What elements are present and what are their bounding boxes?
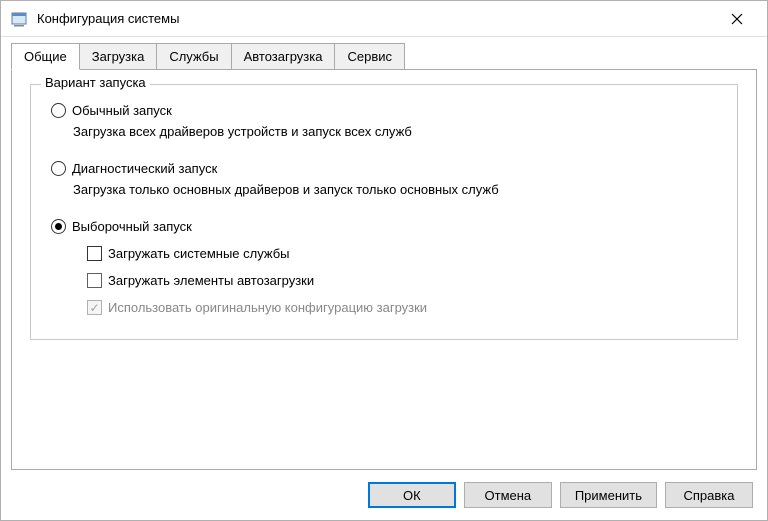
radio-diagnostic-label: Диагностический запуск xyxy=(72,161,217,176)
tab-services[interactable]: Службы xyxy=(156,43,231,69)
close-icon xyxy=(731,13,743,25)
checkbox-icon xyxy=(87,246,102,261)
checkbox-load-services[interactable]: Загружать системные службы xyxy=(87,246,717,261)
checkbox-load-startup-label: Загружать элементы автозагрузки xyxy=(108,273,314,288)
normal-startup-desc: Загрузка всех драйверов устройств и запу… xyxy=(73,124,717,139)
msconfig-window: Конфигурация системы Общие Загрузка Служ… xyxy=(0,0,768,521)
titlebar: Конфигурация системы xyxy=(1,1,767,37)
radio-selective-startup[interactable]: Выборочный запуск xyxy=(51,219,717,234)
radio-normal-label: Обычный запуск xyxy=(72,103,172,118)
dialog-button-bar: ОК Отмена Применить Справка xyxy=(1,470,767,520)
checkbox-use-original: Использовать оригинальную конфигурацию з… xyxy=(87,300,717,315)
ok-button[interactable]: ОК xyxy=(368,482,456,508)
tab-tools[interactable]: Сервис xyxy=(334,43,405,69)
tab-panel-general: Вариант запуска Обычный запуск Загрузка … xyxy=(11,69,757,470)
radio-normal-startup[interactable]: Обычный запуск xyxy=(51,103,717,118)
radio-selective-label: Выборочный запуск xyxy=(72,219,192,234)
checkbox-icon xyxy=(87,273,102,288)
checkbox-load-startup[interactable]: Загружать элементы автозагрузки xyxy=(87,273,717,288)
diagnostic-startup-desc: Загрузка только основных драйверов и зап… xyxy=(73,182,717,197)
checkbox-icon xyxy=(87,300,102,315)
radio-icon xyxy=(51,161,66,176)
cancel-button[interactable]: Отмена xyxy=(464,482,552,508)
help-button[interactable]: Справка xyxy=(665,482,753,508)
tab-boot[interactable]: Загрузка xyxy=(79,43,158,69)
tab-startup[interactable]: Автозагрузка xyxy=(231,43,336,69)
radio-diagnostic-startup[interactable]: Диагностический запуск xyxy=(51,161,717,176)
checkbox-use-original-label: Использовать оригинальную конфигурацию з… xyxy=(108,300,427,315)
content-area: Общие Загрузка Службы Автозагрузка Серви… xyxy=(1,37,767,470)
window-title: Конфигурация системы xyxy=(37,11,717,26)
tab-strip: Общие Загрузка Службы Автозагрузка Серви… xyxy=(11,43,757,69)
msconfig-icon xyxy=(11,11,29,27)
radio-icon xyxy=(51,219,66,234)
checkbox-load-services-label: Загружать системные службы xyxy=(108,246,290,261)
radio-icon xyxy=(51,103,66,118)
startup-selection-fieldset: Вариант запуска Обычный запуск Загрузка … xyxy=(30,84,738,340)
tab-general[interactable]: Общие xyxy=(11,43,80,70)
fieldset-legend: Вариант запуска xyxy=(41,75,150,90)
close-button[interactable] xyxy=(717,4,757,34)
apply-button[interactable]: Применить xyxy=(560,482,657,508)
